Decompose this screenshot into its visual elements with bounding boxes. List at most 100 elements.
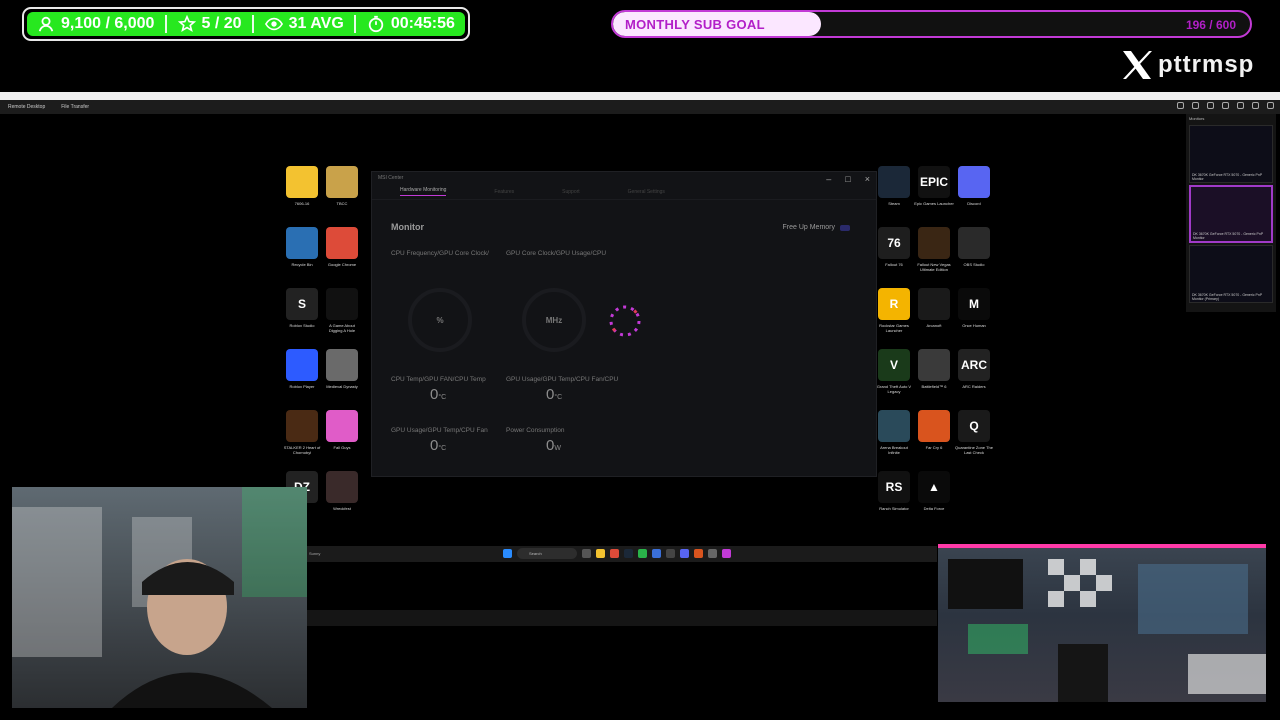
desktop-icon-label: Quarantine Zone The Last Check xyxy=(955,445,993,455)
tab-support[interactable]: Support xyxy=(562,189,580,195)
desktop-icon[interactable]: Fall Guys xyxy=(322,410,362,450)
close-icon[interactable]: × xyxy=(865,174,870,184)
app-icon[interactable] xyxy=(652,549,661,558)
desktop-icon[interactable]: STALKER 2 Heart of Chornobyl xyxy=(282,410,322,455)
desktop-icon[interactable]: EPIC Epic Games Launcher xyxy=(914,166,954,206)
app-icon xyxy=(326,471,358,503)
app-icon: M xyxy=(958,288,990,320)
msi-center-window: MSI Center – □ × Hardware Monitoring Fea… xyxy=(371,171,877,477)
app-icon xyxy=(326,166,358,198)
desktop-icon[interactable]: Far Cry 6 xyxy=(914,410,954,450)
chat-icon[interactable] xyxy=(1222,102,1229,109)
minimize-icon[interactable]: – xyxy=(826,174,831,184)
tab-file-transfer[interactable]: File Transfer xyxy=(53,104,97,110)
weather-widget[interactable]: Sunny xyxy=(309,551,320,556)
steam-icon[interactable] xyxy=(624,549,633,558)
desktop-icon[interactable]: R Rockstar Games Launcher xyxy=(874,288,914,333)
metric-label: GPU Core Clock/GPU Usage/CPU xyxy=(506,250,607,257)
app-icon: ARC xyxy=(958,349,990,381)
desktop-icon[interactable]: V Grand Theft Auto V Legacy xyxy=(874,349,914,394)
msi-tabs: Hardware Monitoring Features Support Gen… xyxy=(372,184,876,200)
keyboard-icon[interactable] xyxy=(1252,102,1259,109)
remote-window-titlebar[interactable] xyxy=(0,92,1280,100)
desktop-icon-label: Wreckfest xyxy=(333,506,351,511)
desktop-icon[interactable]: Roblox Player xyxy=(282,349,322,389)
app-icon xyxy=(918,349,950,381)
app-icon xyxy=(958,227,990,259)
xbox-icon[interactable] xyxy=(638,549,647,558)
discord-icon[interactable] xyxy=(680,549,689,558)
gauge-gpu-clock: MHz xyxy=(522,288,586,352)
edit-icon[interactable] xyxy=(1207,102,1214,109)
free-up-memory-button[interactable]: Free Up Memory xyxy=(782,224,850,231)
taskbar-search[interactable]: Search xyxy=(517,548,577,559)
chrome-icon[interactable] xyxy=(610,549,619,558)
gauge-unit: MHz xyxy=(545,315,563,325)
screenshot-icon[interactable] xyxy=(1237,102,1244,109)
tab-remote-desktop[interactable]: Remote Desktop xyxy=(0,104,53,110)
stream-stats-bar: 9,100 / 6,000 5 / 20 31 AVG 00:45:56 xyxy=(22,7,470,41)
monitor-thumbnail[interactable]: DK 3670K GeForce RTX 5070 - Generic PnP … xyxy=(1189,245,1273,303)
desktop-icon-label: Roblox Studio xyxy=(289,323,315,328)
desktop-icon[interactable]: OBS Studio xyxy=(954,227,994,267)
desktop-icon[interactable]: Arena Breakout Infinite xyxy=(874,410,914,455)
app-icon[interactable] xyxy=(694,549,703,558)
monitor-thumbnail[interactable]: DK 3670K GeForce RTX 5070 - Generic PnP … xyxy=(1189,125,1273,183)
desktop-icon[interactable]: 76 Fallout 76 xyxy=(874,227,914,267)
desktop-icon[interactable]: M Once Human xyxy=(954,288,994,328)
metric-value: 0°C xyxy=(430,386,447,403)
settings-icon[interactable] xyxy=(1177,102,1184,109)
task-view-icon[interactable] xyxy=(582,549,591,558)
desktop-icon-label: Battlefield™ 6 xyxy=(921,384,947,389)
app-icon xyxy=(918,410,950,442)
desktop-icon[interactable]: Medieval Dynasty xyxy=(322,349,362,389)
app-icon: S xyxy=(286,288,318,320)
memory-chip-icon xyxy=(840,224,850,231)
x-logo-icon xyxy=(1123,51,1152,79)
desktop-icon[interactable]: Wreckfest xyxy=(322,471,362,511)
tab-general-settings[interactable]: General Settings xyxy=(628,189,665,195)
desktop-icon[interactable]: A Game About Digging A Hole xyxy=(322,288,362,333)
obs-icon[interactable] xyxy=(666,549,675,558)
desktop-icon-label: Arcanoft xyxy=(926,323,942,328)
desktop-icon[interactable]: Google Chrome xyxy=(322,227,362,267)
desktop-icon[interactable]: 7606-16 xyxy=(282,166,322,206)
desktop-icon[interactable]: Discord xyxy=(954,166,994,206)
desktop-icon[interactable]: S Roblox Studio xyxy=(282,288,322,328)
tab-hardware-monitoring[interactable]: Hardware Monitoring xyxy=(400,187,447,196)
window-controls: – □ × xyxy=(826,174,870,184)
desktop-icon-label: 7606-16 xyxy=(294,201,310,206)
msi-center-icon[interactable] xyxy=(722,549,731,558)
app-icon: EPIC xyxy=(918,166,950,198)
desktop-icon[interactable]: Fallout New Vegas Ultimate Edition xyxy=(914,227,954,272)
monitor-thumbnail-selected[interactable]: DK 3670K GeForce RTX 5070 - Generic PnP … xyxy=(1189,185,1273,243)
monitor-icon[interactable] xyxy=(1192,102,1199,109)
tab-features[interactable]: Features xyxy=(494,189,514,195)
file-explorer-icon[interactable] xyxy=(596,549,605,558)
stat-divider xyxy=(164,15,167,33)
desktop-icon[interactable]: Arcanoft xyxy=(914,288,954,328)
desktop-icon[interactable]: Q Quarantine Zone The Last Check xyxy=(954,410,994,455)
desktop-icon[interactable]: TBCC xyxy=(322,166,362,206)
eye-icon xyxy=(264,17,283,31)
maximize-icon[interactable]: □ xyxy=(845,174,850,184)
desktop-icon[interactable]: ARC ARC Raiders xyxy=(954,349,994,389)
desktop-icon[interactable]: ▲ Delta Force xyxy=(914,471,954,511)
desktop-icon-label: Discord xyxy=(967,201,981,206)
desktop-icon[interactable]: RS Ranch Simulator xyxy=(874,471,914,511)
desktop-icon-label: OBS Studio xyxy=(963,262,985,267)
start-icon[interactable] xyxy=(503,549,512,558)
fullscreen-icon[interactable] xyxy=(1267,102,1274,109)
metric-label: CPU Frequency/GPU Core Clock/ xyxy=(391,250,489,257)
desktop-icon[interactable]: Recycle Bin xyxy=(282,227,322,267)
desktop-icon[interactable]: Battlefield™ 6 xyxy=(914,349,954,389)
settings-icon[interactable] xyxy=(708,549,717,558)
metric-label: CPU Temp/GPU FAN/CPU Temp xyxy=(391,376,486,383)
stat-divider xyxy=(252,15,255,33)
app-icon xyxy=(286,349,318,381)
desktop-icon[interactable]: Steam xyxy=(874,166,914,206)
loading-spinner-icon xyxy=(609,305,641,337)
stat-subs-text: 5 / 20 xyxy=(201,15,242,32)
desktop-icon-label: Rockstar Games Launcher xyxy=(879,323,909,333)
app-icon xyxy=(326,349,358,381)
